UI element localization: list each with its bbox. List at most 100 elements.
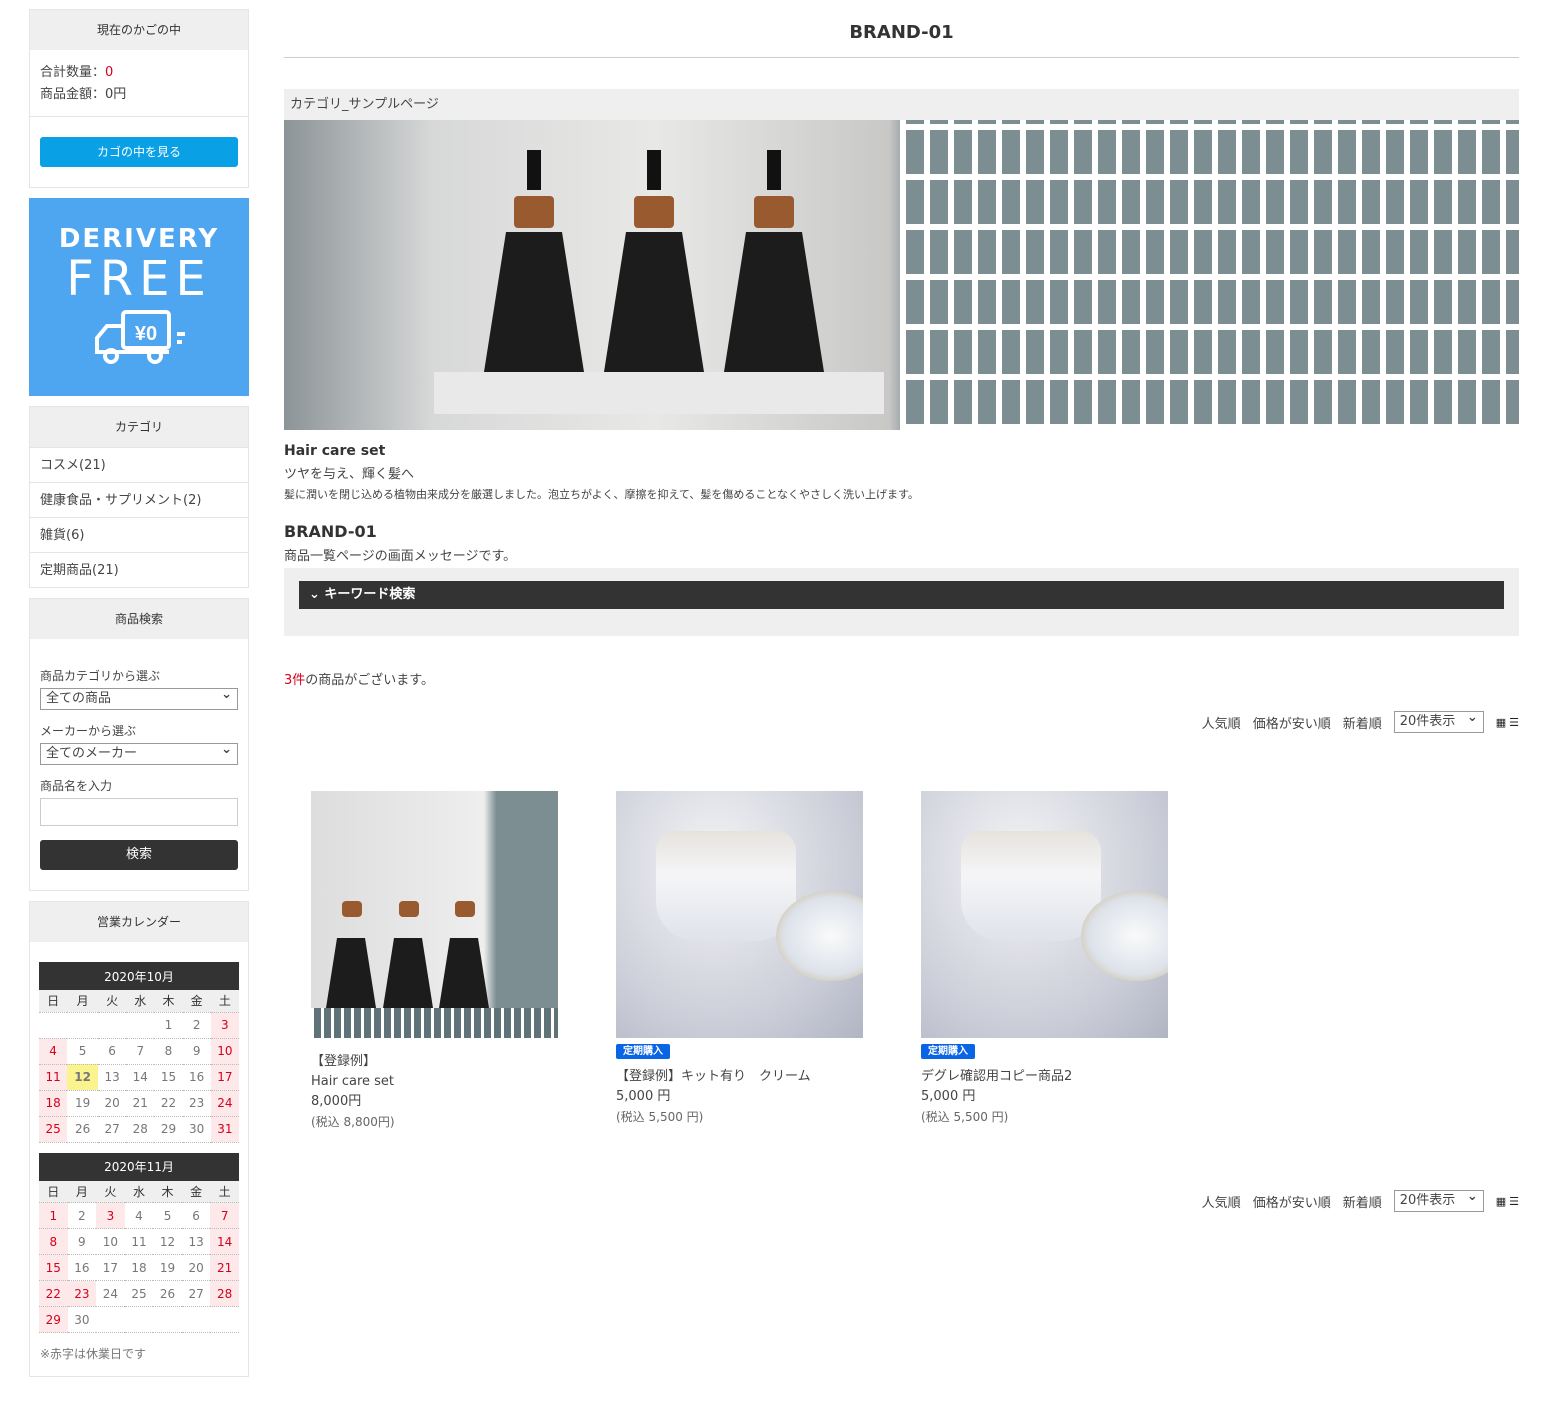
- sort-cheap[interactable]: 価格が安い順: [1253, 713, 1331, 732]
- brand-message: 商品一覧ページの画面メッセージです。: [284, 549, 517, 564]
- calendar-day: 1: [154, 1012, 183, 1039]
- product-name-input[interactable]: [40, 798, 238, 826]
- calendar-month-label: 2020年10月: [39, 962, 239, 990]
- calendar-day: 30: [67, 1306, 97, 1333]
- banner-tag: ¥0: [135, 323, 157, 345]
- sort-new[interactable]: 新着順: [1343, 1192, 1382, 1211]
- calendar-day: 8: [154, 1038, 183, 1065]
- weekday-header: 金: [181, 1180, 211, 1203]
- weekday-header: 金: [182, 990, 211, 1013]
- per-page-select[interactable]: 20件表示: [1393, 708, 1484, 733]
- calendar-day: 18: [124, 1254, 154, 1281]
- truck-icon: ¥0: [95, 310, 185, 364]
- product-image[interactable]: [616, 791, 863, 1038]
- grid-view-icon[interactable]: ▦: [1496, 1195, 1506, 1208]
- list-view-icon[interactable]: ☰: [1509, 1195, 1519, 1208]
- weekday-header: 火: [98, 990, 127, 1013]
- calendar-day: 30: [182, 1116, 211, 1143]
- maker-select-label: メーカーから選ぶ: [40, 724, 137, 738]
- main-content: BRAND-01 カテゴリ_サンプルページ Hair care set ツヤを与…: [284, 0, 1519, 1212]
- calendar-day: 8: [39, 1228, 68, 1255]
- search-title: 商品検索: [30, 599, 248, 639]
- hero-image: [284, 120, 1519, 430]
- calendar-empty: [124, 1306, 154, 1333]
- sidebar: 現在のかごの中 合計数量：0 商品金額：0円 カゴの中を見る DERIVERY …: [29, 9, 249, 1387]
- calendar-empty: [96, 1306, 125, 1333]
- calendar-day: 9: [182, 1038, 211, 1065]
- category-select[interactable]: 全ての商品: [40, 685, 238, 710]
- product-name[interactable]: 【登録例】: [311, 1052, 558, 1072]
- calendar-day: 21: [210, 1254, 239, 1281]
- calendar-day: 27: [98, 1116, 127, 1143]
- weekday-header: 土: [210, 990, 239, 1013]
- calendar-day: 17: [96, 1254, 125, 1281]
- sort-bar-top: 人気順 価格が安い順 新着順 20件表示 ▦☰: [284, 708, 1519, 733]
- weekday-header: 月: [67, 1180, 97, 1203]
- calendar-day: 24: [96, 1280, 125, 1307]
- calendar-day: 13: [98, 1064, 127, 1091]
- calendar-day: 4: [124, 1202, 154, 1229]
- category-item[interactable]: 健康食品・サプリメント(2): [30, 482, 248, 517]
- list-view-icon[interactable]: ☰: [1509, 716, 1519, 729]
- result-count-suffix: の商品がございます。: [305, 673, 434, 688]
- free-delivery-banner[interactable]: DERIVERY FREE ¥0: [29, 198, 249, 396]
- product-card[interactable]: 定期購入 【登録例】キット有り クリーム 5,000 円 (税込 5,500 円…: [616, 791, 863, 1132]
- category-item[interactable]: コスメ(21): [30, 447, 248, 482]
- product-card[interactable]: 定期購入 デグレ確認用コピー商品2 5,000 円 (税込 5,500 円): [921, 791, 1168, 1132]
- product-image[interactable]: [921, 791, 1168, 1038]
- search-box: 商品検索 商品カテゴリから選ぶ 全ての商品 メーカーから選ぶ 全てのメーカー 商…: [29, 598, 249, 891]
- product-name[interactable]: デグレ確認用コピー商品2: [921, 1067, 1168, 1087]
- calendar-day: 21: [126, 1090, 155, 1117]
- product-card[interactable]: 【登録例】 Hair care set 8,000円 (税込 8,800円): [311, 791, 558, 1132]
- sort-popular[interactable]: 人気順: [1202, 1192, 1241, 1211]
- product-price: 8,000円: [311, 1094, 362, 1109]
- calendar-day: 2: [182, 1012, 211, 1039]
- sort-bar-bottom: 人気順 価格が安い順 新着順 20件表示 ▦☰: [284, 1187, 1519, 1212]
- product-tax-price: (税込 8,800円): [311, 1115, 395, 1129]
- page-title: BRAND-01: [284, 0, 1519, 58]
- weekday-header: 日: [39, 1180, 68, 1203]
- calendar-day: 5: [67, 1038, 98, 1065]
- calendar-day: 28: [210, 1280, 239, 1307]
- product-tax-price: (税込 5,500 円): [616, 1110, 704, 1124]
- weekday-header: 月: [67, 990, 98, 1013]
- calendar-title: 営業カレンダー: [30, 902, 248, 942]
- calendar-day: 19: [153, 1254, 182, 1281]
- cart-box: 現在のかごの中 合計数量：0 商品金額：0円 カゴの中を見る: [29, 9, 249, 188]
- category-item[interactable]: 雑貨(6): [30, 517, 248, 552]
- calendar-month: 2020年11月日月火水木金土 1 2 3 4 5 6 7 8 9 10 11 12 13 14 15 16 17…: [39, 1152, 239, 1333]
- calendar-day: 26: [153, 1280, 182, 1307]
- product-image[interactable]: [311, 791, 558, 1038]
- calendar-empty: [39, 1012, 68, 1039]
- calendar-day: 23: [182, 1090, 211, 1117]
- calendar-day: 26: [67, 1116, 98, 1143]
- calendar-box: 営業カレンダー 2020年10月日月火水木金土 1 2 3 4 5 6 7 8 9 10 11 12 13…: [29, 901, 249, 1377]
- calendar-day: 7: [126, 1038, 155, 1065]
- product-name-2[interactable]: Hair care set: [311, 1072, 558, 1092]
- weekday-header: 木: [154, 990, 183, 1013]
- keyword-search-toggle[interactable]: ⌄ キーワード検索: [299, 581, 1504, 609]
- view-cart-button[interactable]: カゴの中を見る: [40, 137, 238, 167]
- calendar-day: 6: [98, 1038, 127, 1065]
- brand-heading: BRAND-01: [284, 522, 377, 541]
- name-input-label: 商品名を入力: [40, 779, 113, 793]
- maker-select[interactable]: 全てのメーカー: [40, 740, 238, 765]
- calendar-day: 20: [98, 1090, 127, 1117]
- category-box: カテゴリ コスメ(21) 健康食品・サプリメント(2) 雑貨(6) 定期商品(2…: [29, 406, 249, 588]
- product-tax-price: (税込 5,500 円): [921, 1110, 1009, 1124]
- search-button[interactable]: 検索: [40, 840, 238, 870]
- subscription-badge: 定期購入: [616, 1044, 670, 1059]
- sort-popular[interactable]: 人気順: [1202, 713, 1241, 732]
- product-name[interactable]: 【登録例】キット有り クリーム: [616, 1067, 863, 1087]
- calendar-day: 28: [126, 1116, 155, 1143]
- price-value: 0円: [105, 87, 127, 102]
- calendar-day: 12: [153, 1228, 182, 1255]
- sort-new[interactable]: 新着順: [1343, 713, 1382, 732]
- calendar-day: 29: [154, 1116, 183, 1143]
- calendar-day: 22: [154, 1090, 183, 1117]
- calendar-day: 13: [181, 1228, 211, 1255]
- per-page-select[interactable]: 20件表示: [1393, 1187, 1484, 1212]
- grid-view-icon[interactable]: ▦: [1496, 716, 1506, 729]
- category-item[interactable]: 定期商品(21): [30, 552, 248, 587]
- sort-cheap[interactable]: 価格が安い順: [1253, 1192, 1331, 1211]
